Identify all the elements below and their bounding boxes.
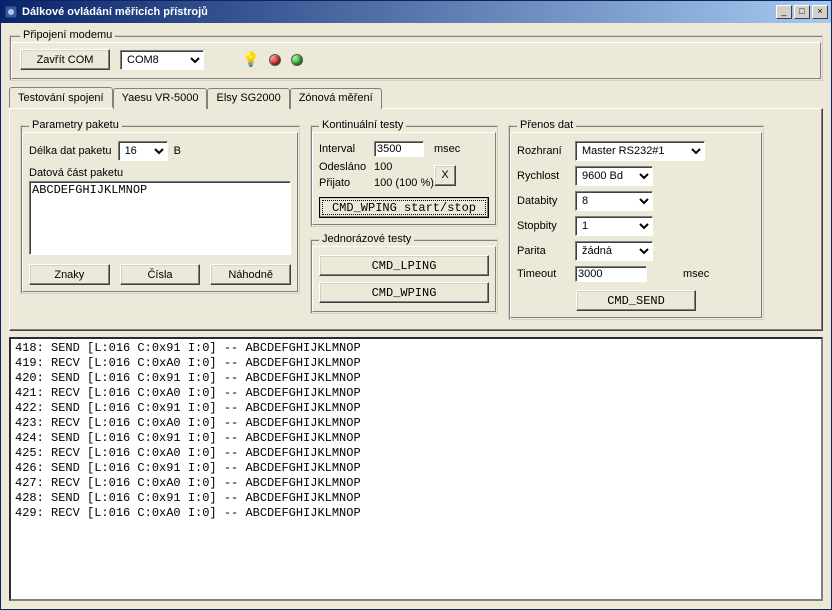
modem-legend: Připojení modemu — [20, 29, 115, 41]
iface-label: Rozhraní — [517, 145, 575, 157]
kont-legend: Kontinuální testy — [319, 119, 406, 131]
modem-groupbox: Připojení modemu Zavřít COM COM8 💡 — [9, 29, 823, 81]
tab-panel: Parametry paketu Délka dat paketu 16 B D… — [9, 108, 823, 331]
tab-testing[interactable]: Testování spojení — [9, 87, 113, 108]
timeout-unit: msec — [683, 268, 755, 280]
close-com-button[interactable]: Zavřít COM — [20, 49, 110, 70]
packet-length-unit: B — [174, 145, 181, 157]
timeout-label: Timeout — [517, 268, 575, 280]
numbers-button[interactable]: Čísla — [120, 264, 201, 285]
kont-groupbox: Kontinuální testy Interval msec Odesláno… — [310, 119, 498, 227]
titlebar: Dálkové ovládání měřicích přístrojů _ □ … — [1, 1, 831, 23]
interval-input[interactable] — [374, 141, 424, 157]
led-red-icon — [269, 54, 281, 66]
parity-label: Parita — [517, 245, 575, 257]
tab-elsy[interactable]: Elsy SG2000 — [207, 88, 289, 109]
jedn-legend: Jednorázové testy — [319, 233, 414, 245]
wping-startstop-button[interactable]: CMD_WPING start/stop — [319, 197, 489, 218]
cmd-send-button[interactable]: CMD_SEND — [576, 290, 696, 311]
interval-unit: msec — [434, 143, 489, 155]
sent-label: Odesláno — [319, 161, 374, 173]
window-title: Dálkové ovládání měřicích přístrojů — [22, 6, 776, 18]
databits-label: Databity — [517, 195, 575, 207]
reset-counter-button[interactable]: X — [434, 165, 456, 186]
log-output[interactable]: 418: SEND [L:016 C:0x91 I:0] -- ABCDEFGH… — [9, 337, 823, 601]
tab-bar: Testování spojení Yaesu VR-5000 Elsy SG2… — [9, 87, 823, 108]
maximize-button[interactable]: □ — [794, 5, 810, 19]
wping-button[interactable]: CMD_WPING — [319, 282, 489, 303]
databits-select[interactable]: 8 — [575, 191, 653, 211]
tab-zone[interactable]: Zónová měření — [290, 88, 382, 109]
chars-button[interactable]: Znaky — [29, 264, 110, 285]
interval-label: Interval — [319, 143, 374, 155]
tab-yaesu[interactable]: Yaesu VR-5000 — [113, 88, 208, 109]
recv-label: Přijato — [319, 177, 374, 189]
lping-button[interactable]: CMD_LPING — [319, 255, 489, 276]
speed-label: Rychlost — [517, 170, 575, 182]
app-icon — [4, 5, 18, 19]
jedn-groupbox: Jednorázové testy CMD_LPING CMD_WPING — [310, 233, 498, 314]
com-port-select[interactable]: COM8 — [120, 50, 204, 70]
speed-select[interactable]: 9600 Bd — [575, 166, 653, 186]
stopbits-label: Stopbity — [517, 220, 575, 232]
packet-length-label: Délka dat paketu — [29, 145, 112, 157]
recv-value: 100 (100 %) — [374, 177, 434, 189]
parity-select[interactable]: žádná — [575, 241, 653, 261]
packet-length-select[interactable]: 16 — [118, 141, 168, 161]
app-window: Dálkové ovládání měřicích přístrojů _ □ … — [0, 0, 832, 610]
stopbits-select[interactable]: 1 — [575, 216, 653, 236]
close-button[interactable]: × — [812, 5, 828, 19]
timeout-input[interactable] — [575, 266, 647, 282]
packet-data-label: Datová část paketu — [29, 167, 291, 179]
random-button[interactable]: Náhodně — [210, 264, 291, 285]
sent-value: 100 — [374, 161, 434, 173]
minimize-button[interactable]: _ — [776, 5, 792, 19]
params-groupbox: Parametry paketu Délka dat paketu 16 B D… — [20, 119, 300, 294]
packet-data-textarea[interactable] — [29, 181, 291, 255]
iface-select[interactable]: Master RS232#1 — [575, 141, 705, 161]
led-green-icon — [291, 54, 303, 66]
params-legend: Parametry paketu — [29, 119, 122, 131]
prenos-legend: Přenos dat — [517, 119, 576, 131]
bulb-icon: 💡 — [242, 51, 259, 68]
prenos-groupbox: Přenos dat Rozhraní Master RS232#1 Rychl… — [508, 119, 764, 320]
